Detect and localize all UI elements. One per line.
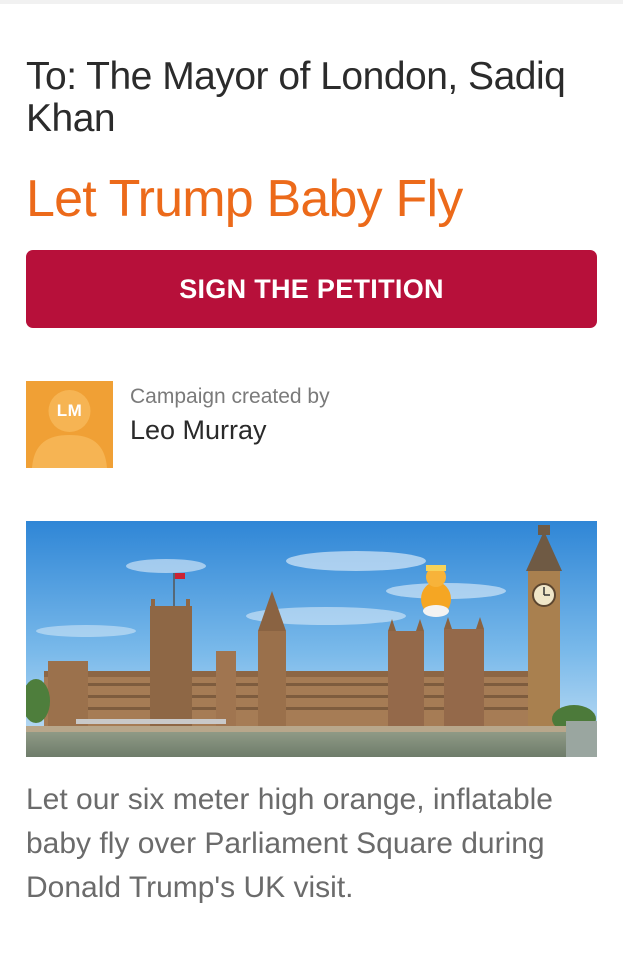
top-divider — [0, 0, 623, 4]
creator-avatar[interactable]: LM — [26, 381, 113, 468]
petition-hero-image — [26, 521, 597, 757]
parliament-photo — [26, 521, 597, 757]
petition-page: To: The Mayor of London, Sadiq Khan Let … — [0, 0, 623, 960]
sign-petition-button[interactable]: SIGN THE PETITION — [26, 250, 597, 328]
creator-caption: Campaign created by — [130, 385, 330, 408]
sign-petition-button-label: SIGN THE PETITION — [179, 273, 444, 304]
avatar-initials: LM — [56, 401, 83, 420]
avatar-placeholder-icon — [32, 390, 107, 468]
petition-recipient: To: The Mayor of London, Sadiq Khan — [26, 55, 566, 140]
petition-title: Let Trump Baby Fly — [26, 170, 463, 228]
campaign-creator: LM Campaign created by Leo Murray — [26, 381, 597, 469]
creator-name[interactable]: Leo Murray — [130, 415, 267, 446]
petition-description: Let our six meter high orange, inflatabl… — [26, 783, 553, 904]
